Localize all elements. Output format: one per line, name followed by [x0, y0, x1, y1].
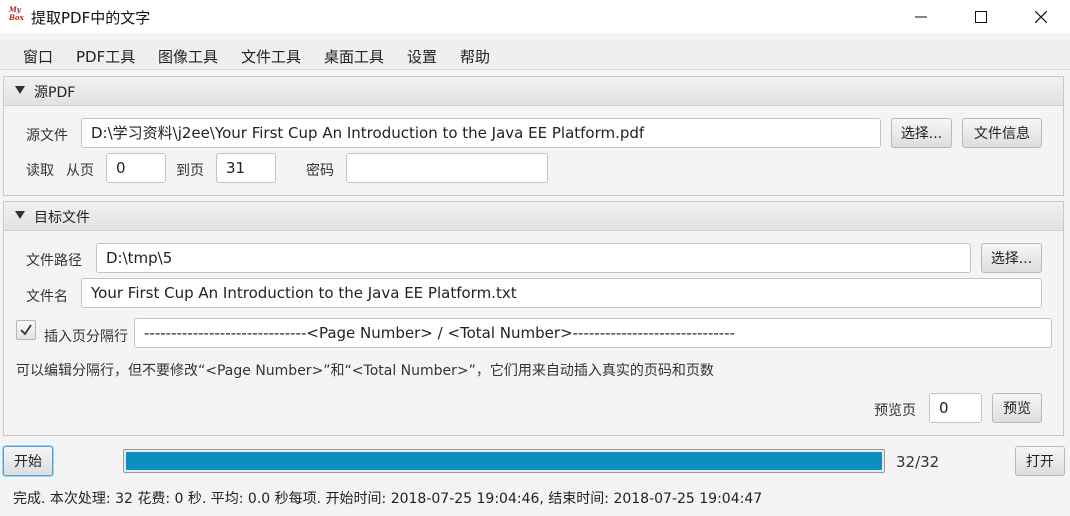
menu-bar: 窗口 PDF工具 图像工具 文件工具 桌面工具 设置 帮助: [0, 40, 1070, 70]
source-select-button[interactable]: 选择...: [891, 118, 952, 148]
menu-desktop-tools[interactable]: 桌面工具: [324, 46, 384, 67]
to-page-input[interactable]: 31: [216, 153, 276, 183]
minimize-icon: [915, 16, 927, 17]
password-input[interactable]: [346, 153, 548, 183]
separator-hint: 可以编辑分隔行，但不要修改“<Page Number>”和“<Total Num…: [16, 363, 714, 379]
checkmark-icon: [20, 324, 32, 336]
menu-image-tools[interactable]: 图像工具: [158, 46, 218, 67]
app-logo-icon: My Box: [9, 5, 24, 22]
file-name-label: 文件名: [26, 289, 68, 305]
preview-page-input[interactable]: 0: [929, 393, 982, 423]
separator-label: 插入页分隔行: [44, 329, 128, 345]
close-icon: [1035, 10, 1047, 23]
source-file-label: 源文件: [26, 128, 68, 144]
progress-bar: [123, 449, 885, 473]
read-label: 读取: [26, 163, 54, 179]
status-text: 完成. 本次处理: 32 花费: 0 秒. 平均: 0.0 秒每项. 开始时间:…: [13, 491, 763, 507]
progress-count: 32/32: [896, 453, 940, 471]
file-path-input[interactable]: D:\tmp\5: [96, 243, 971, 273]
from-page-input[interactable]: 0: [106, 153, 166, 183]
source-file-input[interactable]: D:\学习资料\j2ee\Your First Cup An Introduct…: [81, 118, 881, 148]
progress-fill: [126, 452, 882, 470]
menu-file-tools[interactable]: 文件工具: [241, 46, 301, 67]
source-pdf-panel-title: 源PDF: [34, 85, 76, 101]
window-title: 提取PDF中的文字: [31, 9, 151, 27]
collapse-triangle-icon: [15, 211, 25, 219]
menu-window[interactable]: 窗口: [23, 46, 53, 67]
title-bar: My Box 提取PDF中的文字: [0, 0, 1070, 33]
maximize-icon: [975, 10, 987, 23]
menu-help[interactable]: 帮助: [460, 46, 490, 67]
menu-pdf-tools[interactable]: PDF工具: [76, 46, 135, 67]
file-path-label: 文件路径: [26, 253, 82, 269]
file-info-button[interactable]: 文件信息: [962, 118, 1042, 148]
target-select-button[interactable]: 选择...: [981, 243, 1042, 273]
close-button[interactable]: [1018, 0, 1064, 33]
collapse-triangle-icon: [15, 86, 25, 94]
source-pdf-panel-header[interactable]: 源PDF: [4, 77, 1063, 106]
from-page-label: 从页: [66, 163, 94, 179]
target-file-panel-header[interactable]: 目标文件: [4, 202, 1063, 231]
to-page-label: 到页: [176, 163, 204, 179]
preview-button[interactable]: 预览: [992, 393, 1042, 423]
minimize-button[interactable]: [898, 0, 944, 33]
start-button[interactable]: 开始: [3, 446, 53, 476]
file-name-input[interactable]: Your First Cup An Introduction to the Ja…: [81, 278, 1042, 308]
open-button[interactable]: 打开: [1015, 446, 1065, 476]
menu-settings[interactable]: 设置: [407, 46, 437, 67]
separator-checkbox[interactable]: [16, 320, 36, 340]
target-file-panel-title: 目标文件: [34, 210, 90, 226]
password-label: 密码: [306, 163, 334, 179]
preview-page-label: 预览页: [874, 403, 916, 419]
maximize-button[interactable]: [958, 0, 1004, 33]
separator-input[interactable]: ------------------------------<Page Numb…: [134, 318, 1052, 348]
